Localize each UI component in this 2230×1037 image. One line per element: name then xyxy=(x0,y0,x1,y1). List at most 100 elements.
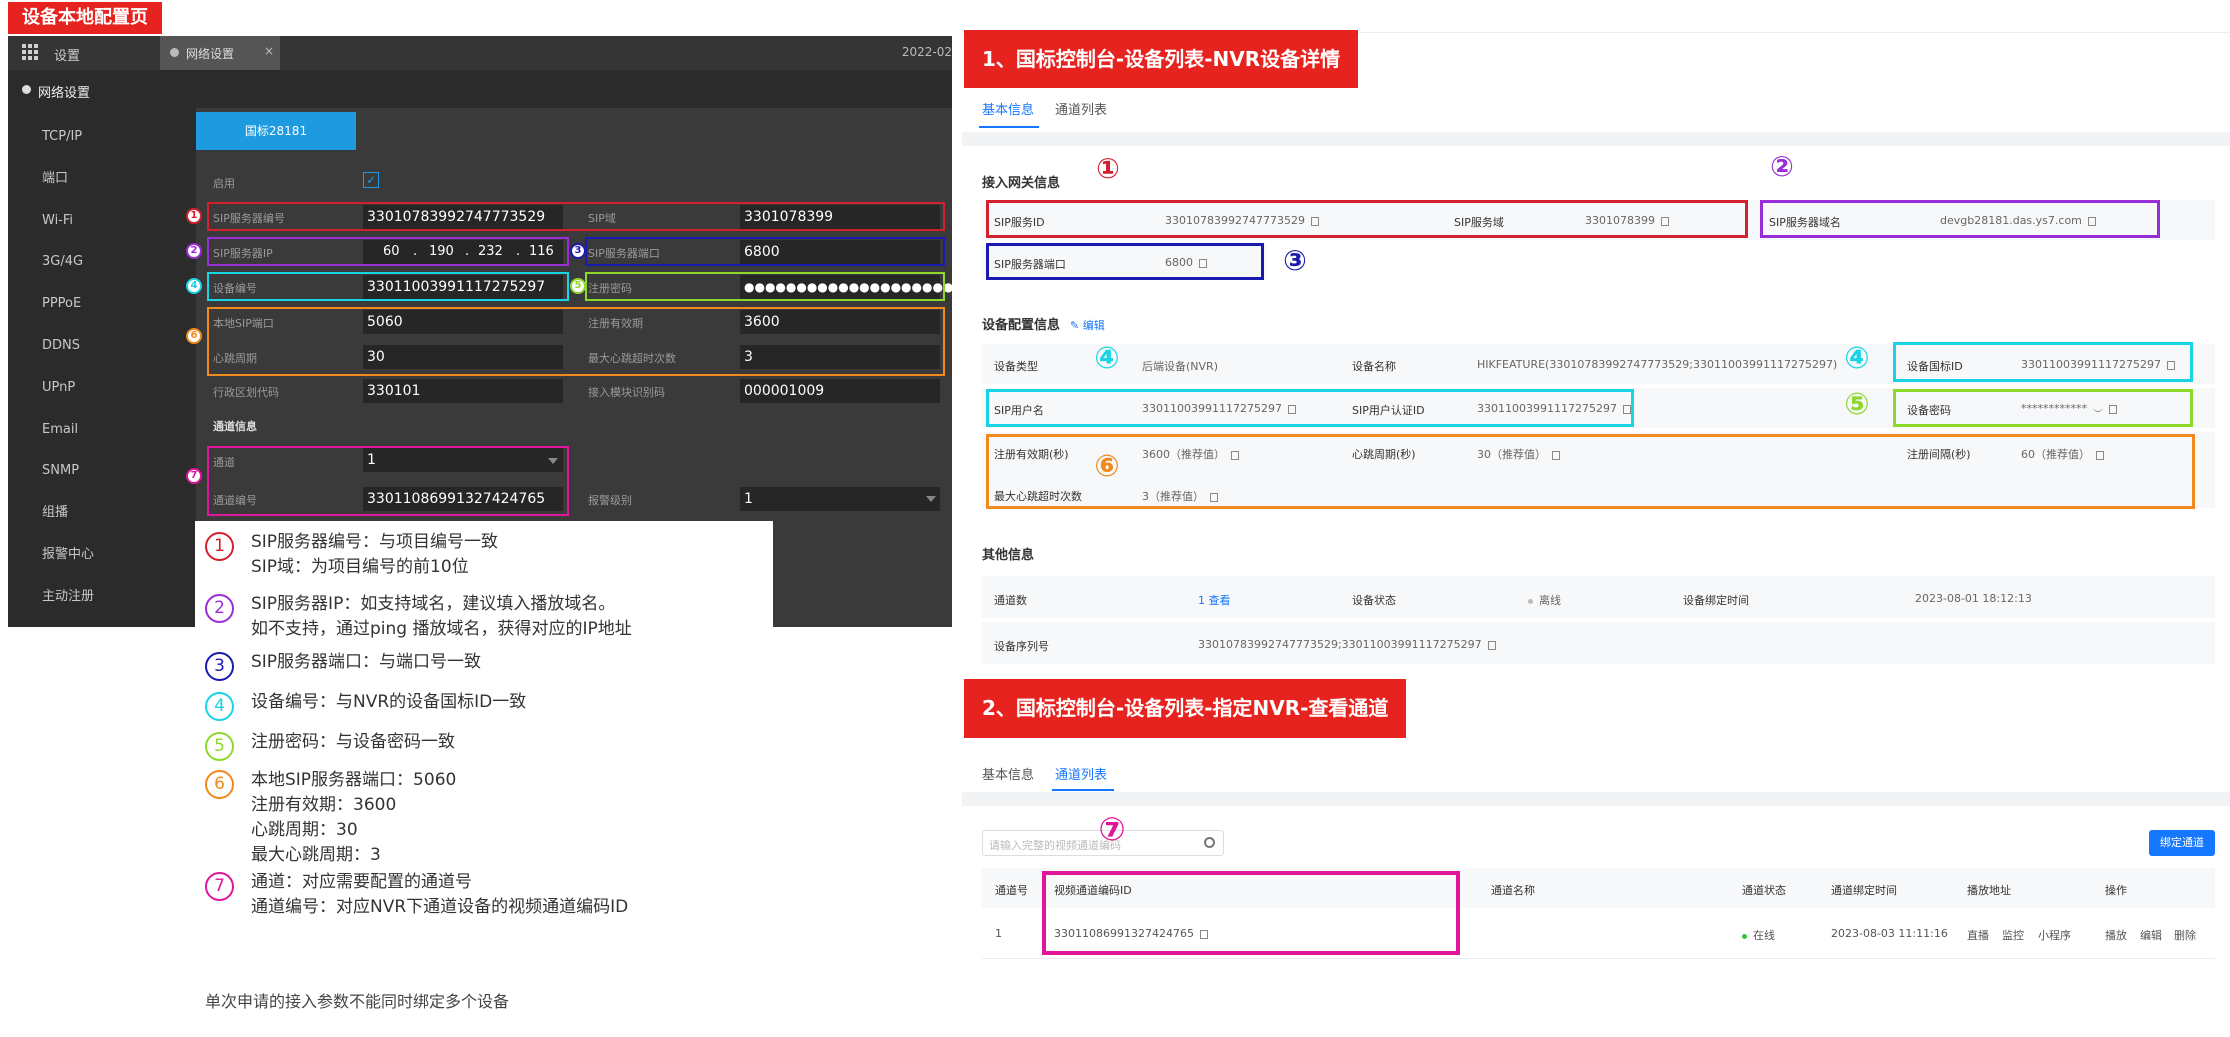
tab-channel-list[interactable]: 通道列表 xyxy=(1055,764,1107,783)
device-status-label: 设备状态 xyxy=(1352,594,1396,607)
settings-label[interactable]: 设置 xyxy=(54,45,80,64)
copy-icon[interactable] xyxy=(1487,640,1496,650)
channel-count-text: 1 xyxy=(1198,594,1205,607)
bottom-note: 单次申请的接入参数不能同时绑定多个设备 xyxy=(205,992,510,1011)
detail-marker-6: ⑥ xyxy=(1094,449,1120,484)
device-name-label: 设备名称 xyxy=(1352,360,1396,373)
channels-gray-band xyxy=(962,792,2230,806)
access-code-input[interactable]: 000001009 xyxy=(740,379,940,403)
apps-grid-icon[interactable] xyxy=(22,44,38,60)
detail-highlight-1 xyxy=(986,200,1748,238)
region-code-input[interactable]: 330101 xyxy=(363,379,563,403)
cell-channel-no: 1 xyxy=(995,927,1002,940)
delete-link[interactable]: 删除 xyxy=(2174,927,2196,943)
detail-highlight-4b xyxy=(986,389,1634,427)
channel-count-label: 通道数 xyxy=(994,594,1027,607)
sidebar-item[interactable]: 组播 xyxy=(8,492,196,534)
highlight-box-6 xyxy=(207,307,945,376)
device-page-tag: 设备本地配置页 xyxy=(8,2,162,34)
sidebar-item[interactable]: Email xyxy=(8,409,196,451)
marker-2: 2 xyxy=(186,243,202,259)
alarm-level-label: 报警级别 xyxy=(588,494,632,507)
device-date: 2022-02 xyxy=(901,45,952,59)
legend-text: 本地SIP服务器端口：5060 注册有效期：3600 心跳周期：30 最大心跳周期：3 xyxy=(251,768,456,868)
globe-icon xyxy=(22,85,31,94)
table-row-divider xyxy=(982,958,2215,959)
legend-line: SIP服务器编号：与项目编号一致 xyxy=(251,532,499,552)
live-link[interactable]: 直播 xyxy=(1967,927,1989,943)
channel-marker-7: ⑦ xyxy=(1098,810,1126,848)
marker-6: 6 xyxy=(186,328,202,344)
bind-channel-button[interactable]: 绑定通道 xyxy=(2149,830,2215,856)
legend-number: 1 xyxy=(205,532,234,561)
detail-marker-3: ③ xyxy=(1283,244,1307,277)
other-section-title: 其他信息 xyxy=(982,548,1035,563)
legend-line: SIP服务器IP：如支持域名，建议填入播放域名。 xyxy=(251,594,616,614)
marker-4: 4 xyxy=(186,278,202,294)
serial-text: 33010783992747773529;3301100399111727529… xyxy=(1198,638,1482,651)
tab-basic-info[interactable]: 基本信息 xyxy=(982,99,1034,118)
highlight-box-1 xyxy=(207,202,945,231)
detail-marker-4b: ④ xyxy=(1844,341,1870,376)
gb28181-button[interactable]: 国标28181 xyxy=(196,112,356,150)
sidebar-item[interactable]: 华域云 xyxy=(8,618,196,627)
sidebar-item[interactable]: Wi-Fi xyxy=(8,200,196,242)
offline-dot xyxy=(1528,598,1533,604)
tab-network-settings[interactable]: 网络设置 × xyxy=(160,36,280,70)
table-header-cell: 播放地址 xyxy=(1967,884,2011,897)
sidebar-item[interactable]: 3G/4G xyxy=(8,241,196,283)
legend-line: SIP服务器端口：与端口号一致 xyxy=(251,652,482,672)
edit-label: 编辑 xyxy=(1082,319,1105,332)
device-status-text: 离线 xyxy=(1539,594,1561,607)
alarm-level-select[interactable]: 1 xyxy=(740,487,940,511)
enable-label: 启用 xyxy=(213,177,235,190)
gateway-section-title: 接入网关信息 xyxy=(982,176,1061,191)
edit-link[interactable]: 编辑 xyxy=(2140,927,2162,943)
channel-status-text: 在线 xyxy=(1753,929,1775,942)
sidebar-item[interactable]: UPnP xyxy=(8,367,196,409)
channel-count-value: 1 查看 xyxy=(1198,592,1231,608)
sidebar-item[interactable]: 端口 xyxy=(8,158,196,200)
miniprogram-link[interactable]: 小程序 xyxy=(2038,927,2071,943)
detail-marker-2: ② xyxy=(1770,150,1794,183)
sidebar-item[interactable]: 报警中心 xyxy=(8,534,196,576)
device-sidebar-menu: TCP/IP 端口 Wi-Fi 3G/4G PPPoE DDNS UPnP Email SNMP… xyxy=(8,116,196,627)
sidebar-item[interactable]: TCP/IP xyxy=(8,116,196,158)
tab-label: 网络设置 xyxy=(186,47,235,61)
legend-line: 通道：对应需要配置的通道号 xyxy=(251,872,472,892)
chevron-down-icon xyxy=(926,496,936,502)
edit-link[interactable]: ✎ 编辑 xyxy=(1070,319,1105,332)
section-title: 网络设置 xyxy=(38,86,91,101)
search-icon[interactable] xyxy=(1204,837,1215,848)
cell-channel-status: 在线 xyxy=(1742,927,1775,943)
sidebar-item[interactable]: DDNS xyxy=(8,325,196,367)
detail-highlight-6 xyxy=(986,434,2195,509)
highlight-box-7 xyxy=(207,446,569,516)
channel-tabs: 基本信息 通道列表 xyxy=(962,760,2230,792)
legend-number: 5 xyxy=(205,732,234,761)
monitor-link[interactable]: 监控 xyxy=(2002,927,2024,943)
play-link[interactable]: 播放 xyxy=(2105,927,2127,943)
legend-line: 心跳周期：30 xyxy=(251,820,358,840)
device-topbar: 设置 网络设置 × 2022-02 xyxy=(8,36,952,70)
region-code-label: 行政区划代码 xyxy=(213,386,279,399)
tab-basic-info[interactable]: 基本信息 xyxy=(982,764,1034,783)
marker-7: 7 xyxy=(186,468,202,484)
screenshot-root: 设备本地配置页 设置 网络设置 × 2022-02 网络设置 TCP/IP 端口 W… xyxy=(0,0,2230,1037)
online-dot xyxy=(1742,933,1747,939)
other-row2-bg xyxy=(982,622,2215,664)
sidebar-item[interactable]: SNMP xyxy=(8,450,196,492)
view-link[interactable]: 查看 xyxy=(1209,594,1231,607)
detail-highlight-5 xyxy=(1893,389,2193,427)
cell-bind-time: 2023-08-03 11:11:16 xyxy=(1831,927,1948,940)
legend-text: 通道：对应需要配置的通道号 通道编号：对应NVR下通道设备的视频通道编码ID xyxy=(251,870,628,920)
table-header-cell: 操作 xyxy=(2105,884,2127,897)
close-icon[interactable]: × xyxy=(264,44,274,58)
detail-marker-1: ① xyxy=(1096,152,1120,185)
sidebar-item[interactable]: PPPoE xyxy=(8,283,196,325)
globe-icon xyxy=(170,48,179,57)
legend-text: SIP服务器端口：与端口号一致 xyxy=(251,650,481,675)
tab-channel-list[interactable]: 通道列表 xyxy=(1055,99,1107,118)
sidebar-item[interactable]: 主动注册 xyxy=(8,576,196,618)
enable-checkbox[interactable]: ✓ xyxy=(363,172,379,188)
